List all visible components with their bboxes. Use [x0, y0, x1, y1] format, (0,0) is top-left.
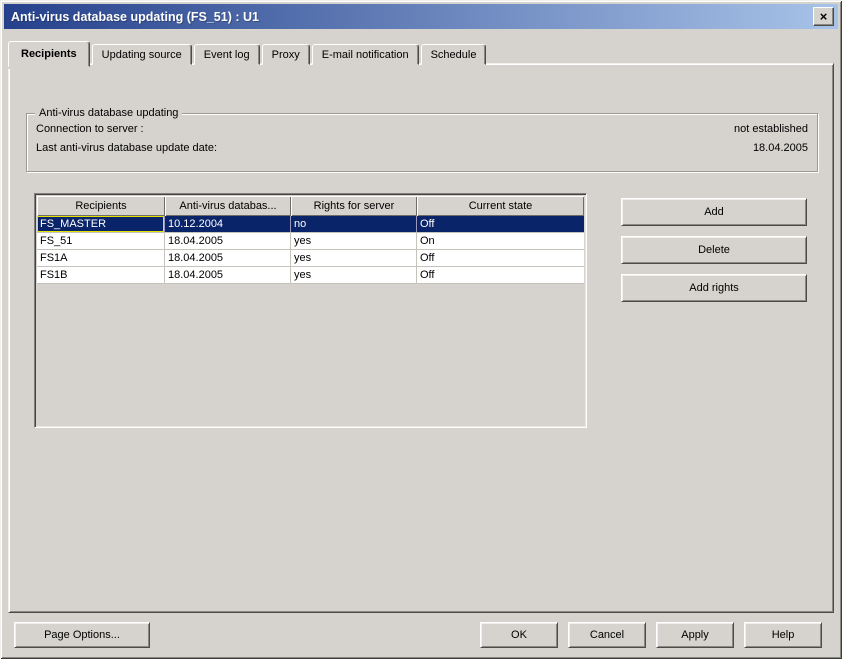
- delete-button[interactable]: Delete: [621, 236, 807, 264]
- close-icon: ×: [820, 10, 828, 23]
- last-update-label: Last anti-virus database update date:: [36, 141, 217, 155]
- close-button[interactable]: ×: [813, 7, 834, 26]
- last-update-value: 18.04.2005: [753, 141, 808, 155]
- apply-button[interactable]: Apply: [656, 622, 734, 648]
- table-header: Recipients Anti-virus databas... Rights …: [37, 196, 584, 216]
- table-row[interactable]: FS1B 18.04.2005 yes Off: [37, 267, 584, 284]
- add-rights-button[interactable]: Add rights: [621, 274, 807, 302]
- tab-proxy[interactable]: Proxy: [262, 44, 310, 65]
- tab-label: Updating source: [102, 49, 182, 61]
- tab-page-recipients: Anti-virus database updating Connection …: [8, 63, 834, 613]
- add-button[interactable]: Add: [621, 198, 807, 226]
- column-header-recipients[interactable]: Recipients: [37, 196, 165, 216]
- table-cell[interactable]: Off: [417, 267, 584, 283]
- tab-schedule[interactable]: Schedule: [421, 44, 487, 65]
- update-status-groupbox: Anti-virus database updating Connection …: [26, 113, 818, 172]
- table-cell[interactable]: no: [291, 216, 417, 232]
- tab-label: E-mail notification: [322, 49, 409, 61]
- ok-button-label: OK: [511, 629, 527, 641]
- page-options-button-label: Page Options...: [44, 629, 120, 641]
- tab-recipients[interactable]: Recipients: [8, 41, 90, 67]
- table-cell[interactable]: 18.04.2005: [165, 233, 291, 249]
- tab-label: Proxy: [272, 49, 300, 61]
- table-row[interactable]: FS_51 18.04.2005 yes On: [37, 233, 584, 250]
- connection-status-label: Connection to server :: [36, 122, 144, 136]
- page-options-button[interactable]: Page Options...: [14, 622, 150, 648]
- table-cell[interactable]: yes: [291, 233, 417, 249]
- help-button[interactable]: Help: [744, 622, 822, 648]
- table-cell[interactable]: yes: [291, 267, 417, 283]
- cancel-button-label: Cancel: [590, 629, 624, 641]
- column-header-current-state[interactable]: Current state: [417, 196, 584, 216]
- tab-label: Schedule: [431, 49, 477, 61]
- add-rights-button-label: Add rights: [689, 282, 739, 294]
- table-cell[interactable]: On: [417, 233, 584, 249]
- tab-email-notification[interactable]: E-mail notification: [312, 44, 419, 65]
- table-cell[interactable]: FS_51: [37, 233, 165, 249]
- add-button-label: Add: [704, 206, 724, 218]
- tab-event-log[interactable]: Event log: [194, 44, 260, 65]
- ok-button[interactable]: OK: [480, 622, 558, 648]
- recipients-table: Recipients Anti-virus databas... Rights …: [34, 193, 587, 428]
- window-title: Anti-virus database updating (FS_51) : U…: [4, 10, 259, 24]
- table-cell[interactable]: 10.12.2004: [165, 216, 291, 232]
- connection-status-row: Connection to server : not established: [27, 122, 817, 136]
- groupbox-title: Anti-virus database updating: [35, 107, 182, 119]
- table-cell[interactable]: FS1A: [37, 250, 165, 266]
- table-cell[interactable]: FS_MASTER: [37, 216, 165, 232]
- table-cell[interactable]: Off: [417, 216, 584, 232]
- help-button-label: Help: [772, 629, 795, 641]
- table-cell[interactable]: yes: [291, 250, 417, 266]
- apply-button-label: Apply: [681, 629, 709, 641]
- dialog-window: Anti-virus database updating (FS_51) : U…: [0, 0, 842, 659]
- table-cell[interactable]: 18.04.2005: [165, 250, 291, 266]
- delete-button-label: Delete: [698, 244, 730, 256]
- cancel-button[interactable]: Cancel: [568, 622, 646, 648]
- connection-status-value: not established: [734, 122, 808, 136]
- tab-strip: Recipients Updating source Event log Pro…: [8, 41, 488, 65]
- column-header-label: Rights for server: [314, 200, 395, 212]
- column-header-rights-for-server[interactable]: Rights for server: [291, 196, 417, 216]
- table-cell[interactable]: Off: [417, 250, 584, 266]
- title-bar: Anti-virus database updating (FS_51) : U…: [4, 4, 838, 29]
- table-row[interactable]: FS_MASTER 10.12.2004 no Off: [37, 216, 584, 233]
- tab-label: Event log: [204, 49, 250, 61]
- column-header-label: Recipients: [75, 200, 126, 212]
- column-header-label: Current state: [469, 200, 533, 212]
- last-update-row: Last anti-virus database update date: 18…: [27, 141, 817, 155]
- column-header-antivirus-database[interactable]: Anti-virus databas...: [165, 196, 291, 216]
- table-row[interactable]: FS1A 18.04.2005 yes Off: [37, 250, 584, 267]
- column-header-label: Anti-virus databas...: [179, 200, 276, 212]
- tab-updating-source[interactable]: Updating source: [92, 44, 192, 65]
- table-cell[interactable]: 18.04.2005: [165, 267, 291, 283]
- tab-label: Recipients: [21, 48, 77, 60]
- table-cell[interactable]: FS1B: [37, 267, 165, 283]
